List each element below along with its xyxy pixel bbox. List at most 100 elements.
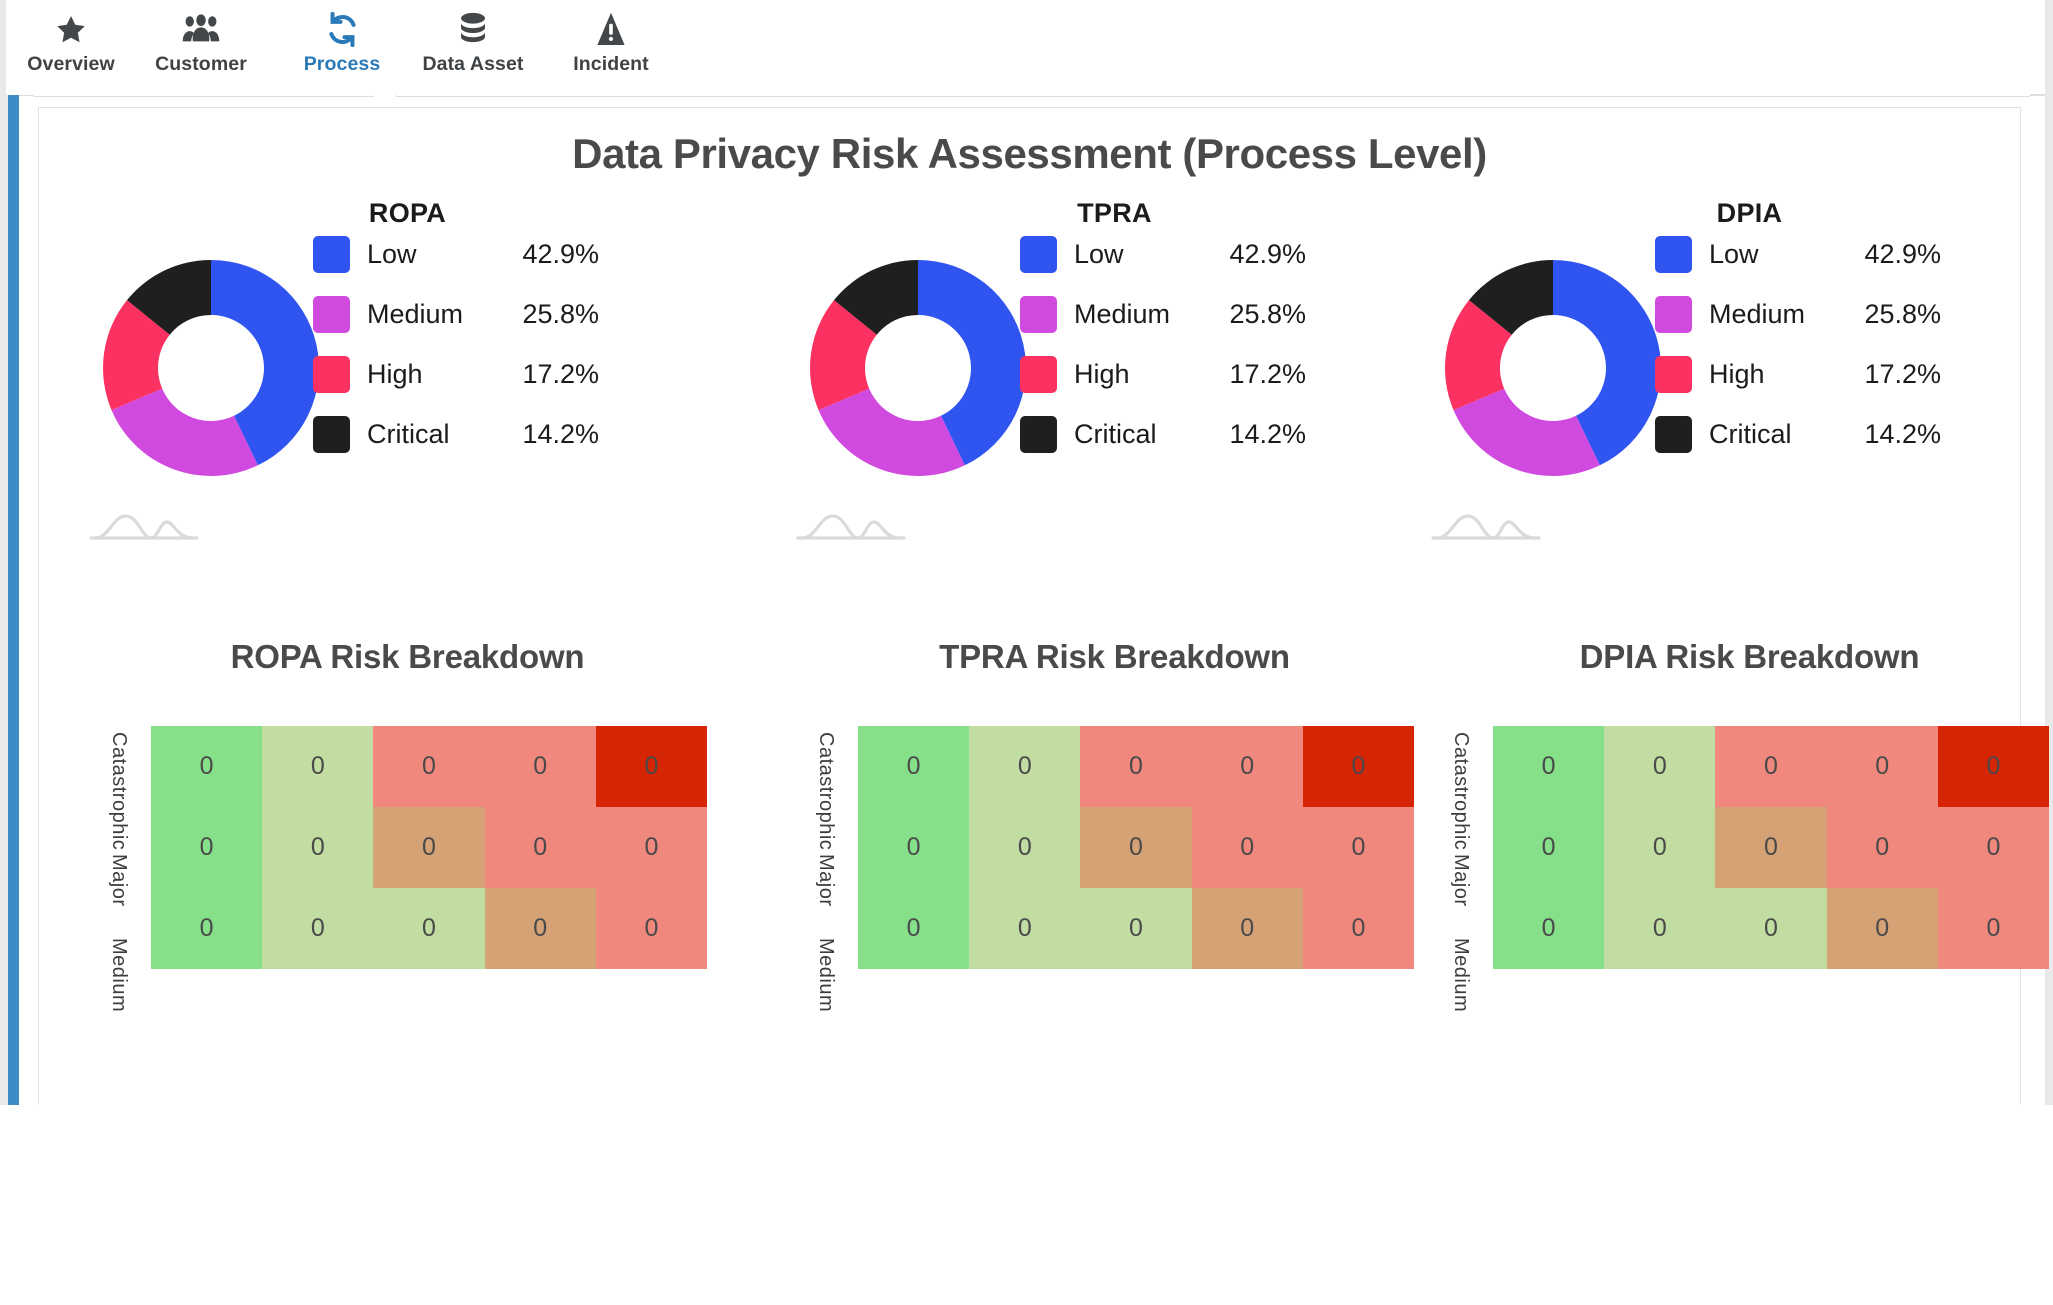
left-accent-rail: [8, 0, 19, 1105]
legend-swatch-low: [313, 236, 350, 273]
heatmap-cell[interactable]: 0: [1303, 888, 1414, 969]
legend-swatch-medium: [1020, 296, 1057, 333]
legend-item[interactable]: High17.2%: [1655, 344, 1955, 404]
heatmap-cell[interactable]: 0: [1493, 726, 1604, 807]
heatmap-cell[interactable]: 0: [596, 726, 707, 807]
wave-watermark-icon: [89, 508, 199, 542]
app-root: Overview Customer ProcessData AssetInciden…: [0, 0, 2053, 1105]
legend-swatch-low: [1020, 236, 1057, 273]
tab-customer[interactable]: Customer: [131, 0, 271, 95]
heatmap-cell[interactable]: 0: [1827, 726, 1938, 807]
heatmap-cell[interactable]: 0: [1827, 888, 1938, 969]
heatmap-cell[interactable]: 0: [969, 888, 1080, 969]
heatmap-cell[interactable]: 0: [858, 726, 969, 807]
heatmap-cell[interactable]: 0: [485, 807, 596, 888]
donut-chart[interactable]: [91, 248, 331, 488]
heatmap-cell[interactable]: 0: [1827, 807, 1938, 888]
heatmap-cell[interactable]: 0: [1715, 888, 1826, 969]
wave-watermark-icon: [1431, 508, 1541, 542]
legend-item[interactable]: Critical14.2%: [313, 404, 613, 464]
heatmap-cell[interactable]: 0: [1715, 726, 1826, 807]
heatmap-cell[interactable]: 0: [1192, 888, 1303, 969]
heatmap-title: ROPA Risk Breakdown: [77, 638, 738, 676]
heatmap-cell[interactable]: 0: [151, 888, 262, 969]
donut-chart[interactable]: [798, 248, 1038, 488]
heatmap-cell[interactable]: 0: [1938, 807, 2049, 888]
legend-value: 17.2%: [1849, 359, 1941, 390]
legend-label: High: [1709, 359, 1849, 390]
heatmap-cell[interactable]: 0: [1938, 888, 2049, 969]
heatmap-cell[interactable]: 0: [373, 888, 484, 969]
legend-item[interactable]: High17.2%: [1020, 344, 1320, 404]
heatmap-cell[interactable]: 0: [969, 807, 1080, 888]
heatmap-cell[interactable]: 0: [1192, 726, 1303, 807]
heatmap-grid: 000000000000000: [151, 726, 707, 969]
heatmap-cell[interactable]: 0: [1493, 888, 1604, 969]
tab-overview[interactable]: Overview: [6, 0, 136, 95]
heatmap-cell[interactable]: 0: [485, 888, 596, 969]
heatmap-y-label: Catastrophic: [1449, 732, 1472, 850]
star-icon: [54, 7, 88, 51]
heatmap-cell[interactable]: 0: [858, 807, 969, 888]
legend-item[interactable]: Critical14.2%: [1655, 404, 1955, 464]
heatmap-cell[interactable]: 0: [262, 888, 373, 969]
legend-item[interactable]: Low42.9%: [1020, 224, 1320, 284]
legend-value: 42.9%: [507, 239, 599, 270]
heatmap-cell[interactable]: 0: [1604, 888, 1715, 969]
legend-item[interactable]: Medium25.8%: [313, 284, 613, 344]
legend-item[interactable]: Medium25.8%: [1655, 284, 1955, 344]
dashboard-tabbar: OverviewCustomerProcessData AssetInciden…: [19, 0, 2045, 96]
legend-swatch-high: [1020, 356, 1057, 393]
legend-item[interactable]: Low42.9%: [1655, 224, 1955, 284]
legend-item[interactable]: Critical14.2%: [1020, 404, 1320, 464]
heatmap-cell[interactable]: 0: [858, 888, 969, 969]
heatmap-title: DPIA Risk Breakdown: [1419, 638, 2053, 676]
legend-item[interactable]: Low42.9%: [313, 224, 613, 284]
legend-value: 14.2%: [507, 419, 599, 450]
heatmap-cell[interactable]: 0: [485, 726, 596, 807]
legend-label: Low: [1709, 239, 1849, 270]
legend-label: High: [1074, 359, 1214, 390]
heatmap-cell[interactable]: 0: [1303, 807, 1414, 888]
heatmap-cell[interactable]: 0: [262, 807, 373, 888]
heatmap-cell[interactable]: 0: [262, 726, 373, 807]
donut-legend: Low42.9%Medium25.8%High17.2%Critical14.2…: [1020, 224, 1320, 464]
heatmap-cell[interactable]: 0: [1493, 807, 1604, 888]
legend-item[interactable]: High17.2%: [313, 344, 613, 404]
heatmap-cell[interactable]: 0: [151, 807, 262, 888]
heatmap-cell[interactable]: 0: [1192, 807, 1303, 888]
heatmap-cell[interactable]: 0: [373, 726, 484, 807]
heatmap-title: TPRA Risk Breakdown: [784, 638, 1445, 676]
legend-value: 42.9%: [1214, 239, 1306, 270]
heatmap-y-label: Catastrophic: [814, 732, 837, 850]
heatmap-cell[interactable]: 0: [1604, 807, 1715, 888]
heatmap-cell[interactable]: 0: [1080, 807, 1191, 888]
heatmap-cell[interactable]: 0: [1080, 726, 1191, 807]
heatmap-cell[interactable]: 0: [1938, 726, 2049, 807]
heatmap-y-label: Major: [1449, 854, 1472, 907]
heatmap-cell[interactable]: 0: [1715, 807, 1826, 888]
heatmap-cell[interactable]: 0: [596, 888, 707, 969]
heatmap-cell[interactable]: 0: [1604, 726, 1715, 807]
database-icon: [456, 7, 490, 51]
donut-chart[interactable]: [1433, 248, 1673, 488]
tab-label: Customer: [155, 53, 247, 76]
legend-swatch-critical: [1655, 416, 1692, 453]
donut-legend: Low42.9%Medium25.8%High17.2%Critical14.2…: [1655, 224, 1955, 464]
tab-incident[interactable]: Incident: [546, 0, 676, 95]
legend-value: 25.8%: [1214, 299, 1306, 330]
legend-item[interactable]: Medium25.8%: [1020, 284, 1320, 344]
heatmap-cell[interactable]: 0: [151, 726, 262, 807]
viewport-clip: [0, 1105, 2053, 1305]
heatmap-cell[interactable]: 0: [596, 807, 707, 888]
wave-watermark-icon: [796, 508, 906, 542]
tab-data-asset[interactable]: Data Asset: [403, 0, 543, 95]
heatmap-cell[interactable]: 0: [373, 807, 484, 888]
heatmap-cell[interactable]: 0: [969, 726, 1080, 807]
legend-swatch-critical: [313, 416, 350, 453]
heatmap-cell[interactable]: 0: [1080, 888, 1191, 969]
tab-process[interactable]: Process: [282, 0, 402, 95]
process-dashboard-card: Data Privacy Risk Assessment (Process Le…: [38, 107, 2021, 1207]
heatmap-cell[interactable]: 0: [1303, 726, 1414, 807]
donut-legend: Low42.9%Medium25.8%High17.2%Critical14.2…: [313, 224, 613, 464]
